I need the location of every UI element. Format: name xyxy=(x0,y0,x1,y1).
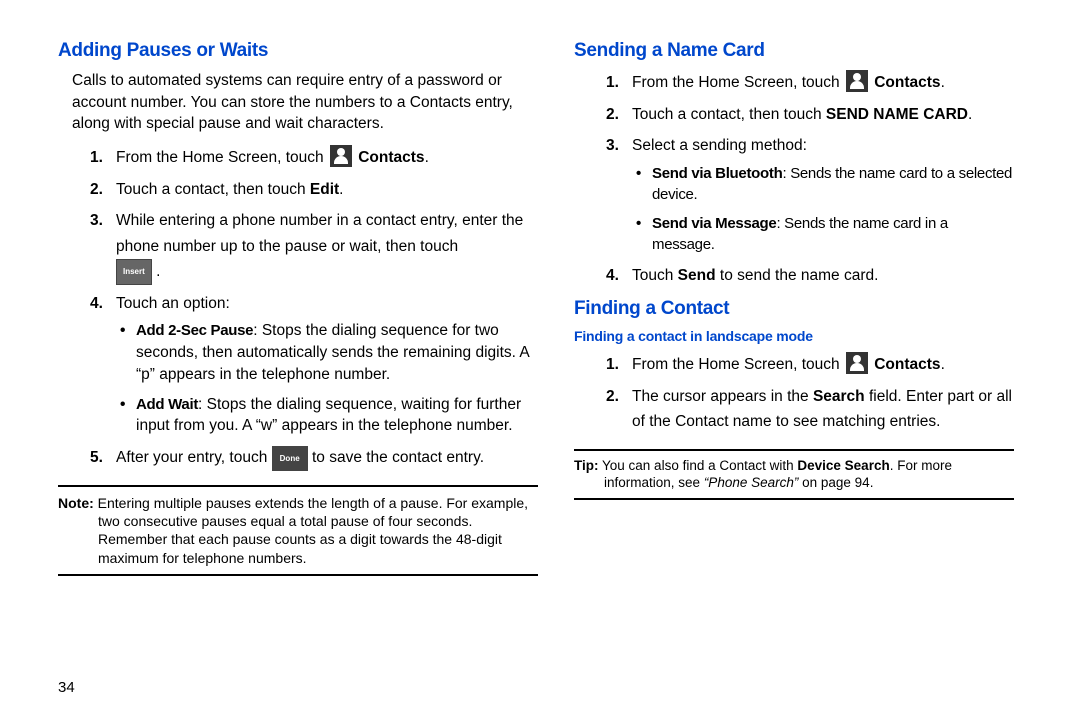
nc-step-4-c: to send the name card. xyxy=(716,267,879,284)
nc-step-2: Touch a contact, then touch SEND NAME CA… xyxy=(606,102,1014,128)
send-label: Send xyxy=(678,267,716,284)
note-text: Entering multiple pauses extends the len… xyxy=(94,495,528,566)
step-2-text-a: Touch a contact, then touch xyxy=(116,181,310,198)
nc-step-3-text: Select a sending method: xyxy=(632,137,807,154)
nc-step-2-a: Touch a contact, then touch xyxy=(632,106,826,123)
nc-step-1-c: . xyxy=(941,74,945,91)
nc-step-4-a: Touch xyxy=(632,267,678,284)
insert-button-graphic: Insert xyxy=(116,259,152,284)
message-label: Send via Message xyxy=(652,215,776,232)
heading-namecard: Sending a Name Card xyxy=(574,40,1014,62)
nc-step-1: From the Home Screen, touch Contacts. xyxy=(606,70,1014,96)
contacts-icon xyxy=(846,352,868,374)
contacts-icon xyxy=(846,70,868,92)
bluetooth-label: Send via Bluetooth xyxy=(652,165,782,182)
fc-step-1-a: From the Home Screen, touch xyxy=(632,356,844,373)
step-1-text-c: . xyxy=(425,149,429,166)
step-5-text-b: to save the contact entry. xyxy=(312,449,484,466)
page-number: 34 xyxy=(58,679,75,696)
fc-step-1-c: . xyxy=(941,356,945,373)
done-button-graphic: Done xyxy=(272,446,308,471)
device-search-label: Device Search xyxy=(797,458,889,473)
bullet-bluetooth: Send via Bluetooth: Sends the name card … xyxy=(636,163,1014,205)
step-5-text-a: After your entry, touch xyxy=(116,449,272,466)
edit-label: Edit xyxy=(310,181,339,198)
step-3: While entering a phone number in a conta… xyxy=(90,208,538,285)
step-1: From the Home Screen, touch Contacts. xyxy=(90,145,538,171)
fc-step-2: The cursor appears in the Search field. … xyxy=(606,384,1014,435)
intro-text: Calls to automated systems can require e… xyxy=(72,70,538,135)
contacts-icon xyxy=(330,145,352,167)
contacts-label: Contacts xyxy=(874,356,940,373)
step-5: After your entry, touch Done to save the… xyxy=(90,445,538,471)
step-3-text: While entering a phone number in a conta… xyxy=(116,212,523,255)
tip-label: Tip: xyxy=(574,458,599,473)
nc-step-4: Touch Send to send the name card. xyxy=(606,263,1014,289)
fc-step-2-a: The cursor appears in the xyxy=(632,388,813,405)
bullet-wait: Add Wait: Stops the dialing sequence, wa… xyxy=(120,394,538,437)
subheading-landscape: Finding a contact in landscape mode xyxy=(574,328,1014,344)
nc-step-2-c: . xyxy=(968,106,972,123)
nc-step-3: Select a sending method: Send via Blueto… xyxy=(606,133,1014,255)
wait-label: Add Wait xyxy=(136,396,198,413)
tip-text-a: You can also find a Contact with xyxy=(599,458,798,473)
step-2: Touch a contact, then touch Edit. xyxy=(90,177,538,203)
tip-block: Tip: You can also find a Contact with De… xyxy=(574,449,1014,500)
bullet-message: Send via Message: Sends the name card in… xyxy=(636,213,1014,255)
note-block: Note: Entering multiple pauses extends t… xyxy=(58,485,538,576)
pause-label: Add 2-Sec Pause xyxy=(136,322,253,339)
contacts-label: Contacts xyxy=(358,149,424,166)
fc-step-1: From the Home Screen, touch Contacts. xyxy=(606,352,1014,378)
search-label: Search xyxy=(813,388,865,405)
heading-pauses: Adding Pauses or Waits xyxy=(58,40,538,62)
step-3-end: . xyxy=(156,263,160,280)
send-namecard-label: SEND NAME CARD xyxy=(826,106,968,123)
step-2-text-c: . xyxy=(339,181,343,198)
tip-text-d: on page 94. xyxy=(798,475,873,490)
contacts-label: Contacts xyxy=(874,74,940,91)
nc-step-1-a: From the Home Screen, touch xyxy=(632,74,844,91)
step-4: Touch an option: Add 2-Sec Pause: Stops … xyxy=(90,291,538,437)
step-4-text: Touch an option: xyxy=(116,295,230,312)
phone-search-ref: “Phone Search” xyxy=(704,475,799,490)
heading-finding: Finding a Contact xyxy=(574,298,1014,320)
step-1-text-a: From the Home Screen, touch xyxy=(116,149,328,166)
note-label: Note: xyxy=(58,495,94,511)
bullet-pause: Add 2-Sec Pause: Stops the dialing seque… xyxy=(120,320,538,385)
